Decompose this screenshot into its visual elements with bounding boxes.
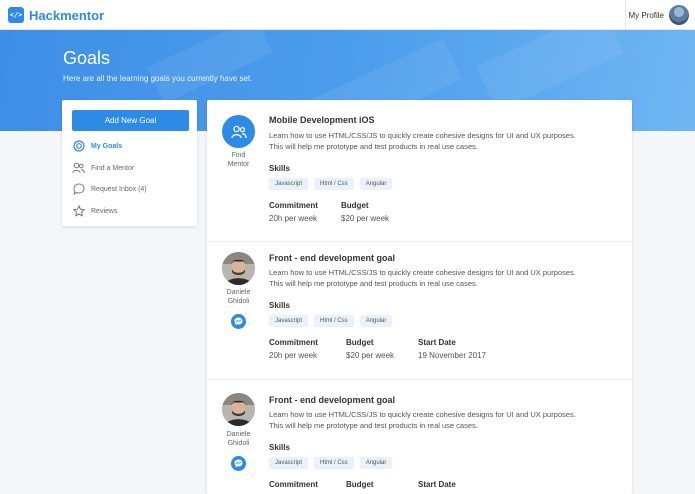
skill-tag: Html / Css <box>314 178 354 190</box>
budget-value: $20 per week <box>341 214 390 223</box>
start-date: Start Date <box>418 480 456 489</box>
skills-list: Javascript Html / Css Angular <box>269 178 398 190</box>
goal-description-line: Learn how to use HTML/CSS/JS to quickly … <box>269 410 576 419</box>
start-date-label: Start Date <box>418 480 456 489</box>
goal-description: Learn how to use HTML/CSS/JS to quickly … <box>269 410 609 431</box>
find-mentor-label[interactable]: Find Mentor <box>217 151 260 169</box>
goal-title[interactable]: Front - end development goal <box>269 395 395 405</box>
messenger-icon[interactable] <box>231 314 246 329</box>
skill-tag: Angular <box>359 178 393 190</box>
goal-card[interactable]: Daniele Ghidoli Front - end development … <box>207 242 632 380</box>
avatar[interactable] <box>669 5 689 25</box>
goal-description-line: This will help me prototype and test pro… <box>269 278 478 288</box>
logo[interactable]: </> Hackmentor <box>8 7 104 23</box>
target-icon <box>72 140 85 152</box>
messenger-icon[interactable] <box>231 456 246 471</box>
skills-list: Javascript Html / Css Angular <box>269 457 398 469</box>
mentor-name[interactable]: Daniele Ghidoli <box>217 430 260 448</box>
find-mentor-label-line: Mentor <box>227 161 250 168</box>
mentor-avatar[interactable] <box>222 252 255 285</box>
skills-title: Skills <box>269 301 290 310</box>
add-goal-button[interactable]: Add New Goal <box>72 110 189 131</box>
sidebar-item-find-mentor[interactable]: Find a Mentor <box>72 161 134 175</box>
mentor-name[interactable]: Daniele Ghidoli <box>217 288 260 306</box>
sidebar-item-label: Request Inbox (4) <box>91 185 147 193</box>
page-subtitle: Here are all the learning goals you curr… <box>63 74 253 83</box>
budget: Budget $20 per week <box>341 201 389 223</box>
mentor-last-name: Ghidoli <box>227 298 250 305</box>
skills-title: Skills <box>269 443 290 452</box>
star-icon <box>72 205 85 217</box>
skill-tag: Javascript <box>269 315 309 327</box>
sidebar-item-label: Reviews <box>91 207 118 215</box>
start-date-value: 19 November 2017 <box>418 351 487 360</box>
mentor-first-name: Daniele <box>226 431 251 438</box>
find-mentor-label-line: Find <box>231 152 246 159</box>
sidebar-item-label: Find a Mentor <box>91 164 135 172</box>
budget: Budget <box>346 480 374 489</box>
goal-card[interactable]: Find Mentor Mobile Development iOS Learn… <box>207 100 632 242</box>
commitment-label: Commitment <box>269 201 318 210</box>
sidebar: Add New Goal My Goals Find a Mentor Requ… <box>62 100 197 226</box>
start-date: Start Date 19 November 2017 <box>418 338 486 360</box>
find-mentor-button[interactable] <box>222 115 255 148</box>
sidebar-item-label: My Goals <box>91 142 123 150</box>
goal-description-line: This will help me prototype and test pro… <box>269 141 478 151</box>
budget-label: Budget <box>346 480 374 489</box>
page-title: Goals <box>63 48 111 68</box>
budget-label: Budget <box>346 338 374 347</box>
budget-value: $20 per week <box>346 351 395 360</box>
goal-card[interactable]: Daniele Ghidoli Front - end development … <box>207 380 632 494</box>
goal-description: Learn how to use HTML/CSS/JS to quickly … <box>269 131 609 152</box>
app-name: Hackmentor <box>29 7 105 23</box>
goal-description: Learn how to use HTML/CSS/JS to quickly … <box>269 268 609 289</box>
budget-label: Budget <box>341 201 369 210</box>
skills-list: Javascript Html / Css Angular <box>269 315 398 327</box>
commitment-value: 20h per week <box>269 351 318 360</box>
budget: Budget $20 per week <box>346 338 394 360</box>
top-bar: </> Hackmentor My Profile <box>0 0 695 30</box>
skill-tag: Javascript <box>269 178 309 190</box>
skill-tag: Angular <box>359 457 393 469</box>
skills-title: Skills <box>269 164 290 173</box>
commitment: Commitment <box>269 480 318 489</box>
sidebar-item-request-inbox[interactable]: Request Inbox (4) <box>72 182 147 196</box>
skill-tag: Angular <box>359 315 393 327</box>
commitment: Commitment 20h per week <box>269 338 318 360</box>
mentor-first-name: Daniele <box>226 289 251 296</box>
skill-tag: Javascript <box>269 457 309 469</box>
mentor-avatar[interactable] <box>222 393 255 426</box>
commitment-label: Commitment <box>269 480 318 489</box>
sidebar-item-reviews[interactable]: Reviews <box>72 204 117 218</box>
sidebar-item-my-goals[interactable]: My Goals <box>72 139 122 153</box>
commitment-label: Commitment <box>269 338 318 347</box>
hero-decoration <box>147 30 273 104</box>
commitment-value: 20h per week <box>269 214 318 223</box>
profile-label: My Profile <box>628 10 664 20</box>
goal-title[interactable]: Mobile Development iOS <box>269 115 375 125</box>
commitment: Commitment 20h per week <box>269 201 318 223</box>
skill-tag: Html / Css <box>314 457 354 469</box>
goals-list: Find Mentor Mobile Development iOS Learn… <box>207 100 632 494</box>
goal-description-line: This will help me prototype and test pro… <box>269 420 478 430</box>
mentor-last-name: Ghidoli <box>227 440 250 447</box>
goal-description-line: Learn how to use HTML/CSS/JS to quickly … <box>269 131 576 140</box>
code-icon: </> <box>8 7 24 23</box>
users-icon <box>230 125 247 138</box>
goal-title[interactable]: Front - end development goal <box>269 253 395 263</box>
skill-tag: Html / Css <box>314 315 354 327</box>
chat-bubble-icon <box>72 183 85 195</box>
start-date-label: Start Date <box>418 338 456 347</box>
profile-menu[interactable]: My Profile <box>625 0 695 30</box>
goal-description-line: Learn how to use HTML/CSS/JS to quickly … <box>269 268 576 277</box>
users-icon <box>72 162 85 174</box>
